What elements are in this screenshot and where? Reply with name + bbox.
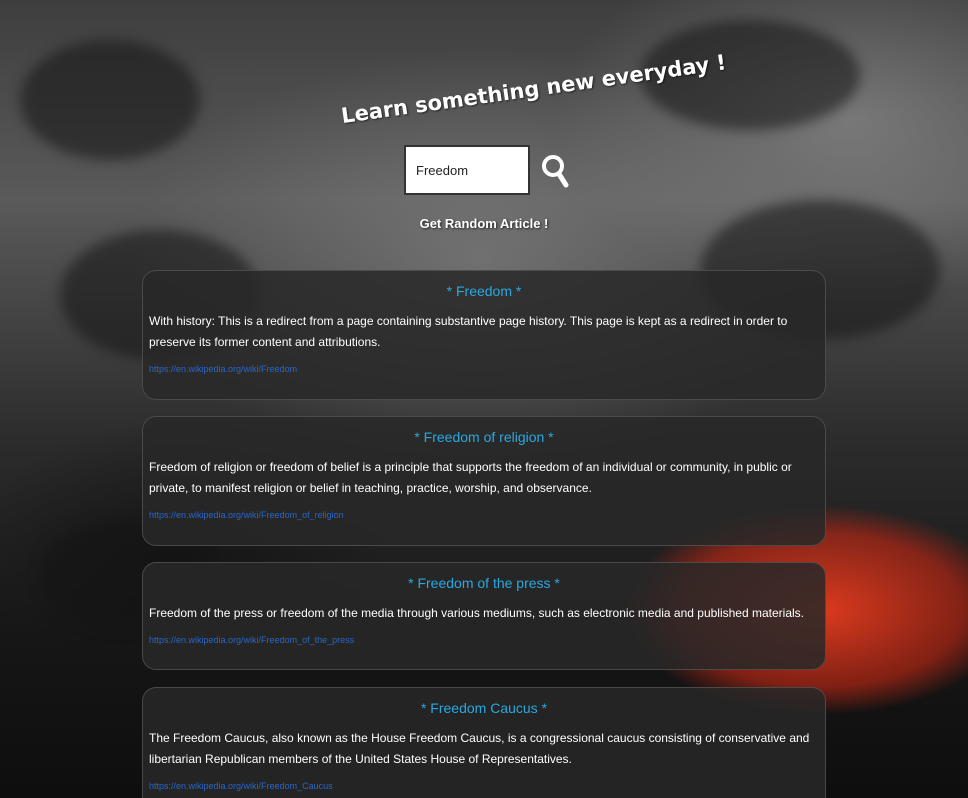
result-card: * Freedom of religion * Freedom of relig… [142,416,826,546]
random-article-link[interactable]: Get Random Article ! [384,216,584,231]
result-title[interactable]: * Freedom * [149,283,819,299]
result-title[interactable]: * Freedom Caucus * [149,700,819,716]
result-extract: With history: This is a redirect from a … [149,314,788,349]
result-title[interactable]: * Freedom of religion * [149,429,819,445]
result-card: * Freedom of the press * Freedom of the … [142,562,826,670]
result-card: * Freedom * With history: This is a redi… [142,270,826,400]
result-url[interactable]: https://en.wikipedia.org/wiki/Freedom_of… [149,635,354,645]
result-extract: Freedom of the press or freedom of the m… [149,606,804,620]
result-title[interactable]: * Freedom of the press * [149,575,819,591]
background-shape [20,40,200,160]
search-icon [542,155,569,188]
result-url[interactable]: https://en.wikipedia.org/wiki/Freedom [149,364,297,374]
result-card: * Freedom Caucus * The Freedom Caucus, a… [142,687,826,798]
result-extract: Freedom of religion or freedom of belief… [149,460,792,495]
search-input[interactable] [404,145,530,195]
page-title: Learn something new everyday ! [339,50,728,129]
result-url[interactable]: https://en.wikipedia.org/wiki/Freedom_of… [149,510,344,520]
page-background: Learn something new everyday ! Get Rando… [0,0,968,798]
result-url[interactable]: https://en.wikipedia.org/wiki/Freedom_Ca… [149,781,333,791]
search-button[interactable] [540,152,572,190]
result-extract: The Freedom Caucus, also known as the Ho… [149,731,810,766]
